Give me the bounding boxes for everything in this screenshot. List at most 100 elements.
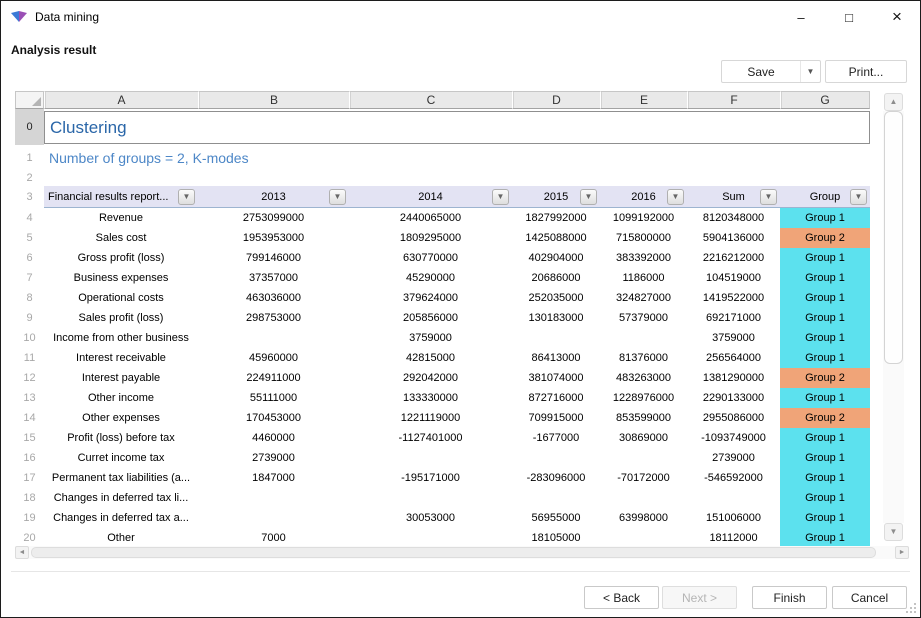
horizontal-scrollbar[interactable]: ◄ ► [15,546,909,559]
value-cell[interactable]: 1221119000 [349,408,512,428]
value-cell[interactable]: 483263000 [600,368,687,388]
scroll-left-button[interactable]: ◄ [15,546,29,559]
value-cell[interactable]: 30869000 [600,428,687,448]
value-cell[interactable]: 3759000 [687,328,780,348]
cancel-button[interactable]: Cancel [832,586,907,609]
value-cell[interactable]: 853599000 [600,408,687,428]
group-cell[interactable]: Group 2 [780,368,870,388]
indicator-name-cell[interactable]: Interest receivable [44,348,198,368]
group-cell[interactable]: Group 1 [780,348,870,368]
filter-dropdown-button[interactable]: ▼ [492,189,509,205]
value-cell[interactable]: 45960000 [198,348,349,368]
row-header[interactable]: 17 [15,468,44,488]
value-cell[interactable]: 872716000 [512,388,600,408]
value-cell[interactable] [600,328,687,348]
value-cell[interactable]: -1677000 [512,428,600,448]
value-cell[interactable] [600,448,687,468]
group-cell[interactable]: Group 1 [780,248,870,268]
filter-header-cell[interactable]: 2016▼ [600,186,687,207]
value-cell[interactable]: 1425088000 [512,228,600,248]
resize-grip[interactable] [906,603,916,613]
clustering-title-cell[interactable]: Clustering [44,111,870,144]
row-header-2[interactable]: 2 [15,170,44,186]
select-all-corner[interactable] [15,91,44,109]
value-cell[interactable]: -70172000 [600,468,687,488]
value-cell[interactable]: 1228976000 [600,388,687,408]
value-cell[interactable]: 1099192000 [600,208,687,228]
value-cell[interactable]: 1809295000 [349,228,512,248]
value-cell[interactable]: 42815000 [349,348,512,368]
value-cell[interactable]: 18105000 [512,528,600,546]
filter-header-cell[interactable]: 2015▼ [512,186,600,207]
filter-header-cell[interactable]: Financial results report...▼ [44,186,198,207]
group-cell[interactable]: Group 2 [780,228,870,248]
filter-header-cell[interactable]: Group▼ [780,186,870,207]
value-cell[interactable]: 3759000 [349,328,512,348]
value-cell[interactable] [349,448,512,468]
value-cell[interactable]: 1827992000 [512,208,600,228]
indicator-name-cell[interactable]: Other [44,528,198,546]
value-cell[interactable]: -546592000 [687,468,780,488]
close-icon[interactable]: × [882,1,912,33]
value-cell[interactable]: 298753000 [198,308,349,328]
row-header[interactable]: 12 [15,368,44,388]
value-cell[interactable]: 715800000 [600,228,687,248]
indicator-name-cell[interactable]: Changes in deferred tax a... [44,508,198,528]
value-cell[interactable]: 56955000 [512,508,600,528]
value-cell[interactable]: 205856000 [349,308,512,328]
row-header[interactable]: 13 [15,388,44,408]
filter-header-cell[interactable]: 2013▼ [198,186,349,207]
scroll-right-button[interactable]: ► [895,546,909,559]
value-cell[interactable]: 55111000 [198,388,349,408]
group-cell[interactable]: Group 1 [780,428,870,448]
filter-dropdown-button[interactable]: ▼ [667,189,684,205]
value-cell[interactable]: 402904000 [512,248,600,268]
value-cell[interactable]: 2955086000 [687,408,780,428]
value-cell[interactable]: 30053000 [349,508,512,528]
value-cell[interactable]: 133330000 [349,388,512,408]
indicator-name-cell[interactable]: Other expenses [44,408,198,428]
horizontal-scroll-track[interactable] [29,546,895,559]
filter-header-cell[interactable]: Sum▼ [687,186,780,207]
value-cell[interactable] [512,448,600,468]
value-cell[interactable] [198,328,349,348]
filter-dropdown-button[interactable]: ▼ [178,189,195,205]
group-cell[interactable]: Group 1 [780,388,870,408]
value-cell[interactable]: 1419522000 [687,288,780,308]
group-cell[interactable]: Group 1 [780,488,870,508]
value-cell[interactable]: 692171000 [687,308,780,328]
group-cell[interactable]: Group 1 [780,288,870,308]
indicator-name-cell[interactable]: Income from other business [44,328,198,348]
value-cell[interactable]: 57379000 [600,308,687,328]
filter-dropdown-button[interactable]: ▼ [850,189,867,205]
value-cell[interactable]: 379624000 [349,288,512,308]
indicator-name-cell[interactable]: Permanent tax liabilities (a... [44,468,198,488]
value-cell[interactable]: 383392000 [600,248,687,268]
value-cell[interactable]: 1953953000 [198,228,349,248]
next-button[interactable]: Next > [662,586,737,609]
filter-dropdown-button[interactable]: ▼ [760,189,777,205]
value-cell[interactable]: 5904136000 [687,228,780,248]
vertical-scrollbar[interactable]: ▲ ▼ [883,93,904,541]
value-cell[interactable]: 130183000 [512,308,600,328]
value-cell[interactable]: 1381290000 [687,368,780,388]
group-cell[interactable]: Group 1 [780,208,870,228]
value-cell[interactable] [600,488,687,508]
indicator-name-cell[interactable]: Gross profit (loss) [44,248,198,268]
row-header[interactable]: 20 [15,528,44,546]
indicator-name-cell[interactable]: Business expenses [44,268,198,288]
filter-header-cell[interactable]: 2014▼ [349,186,512,207]
value-cell[interactable]: 2739000 [687,448,780,468]
value-cell[interactable] [512,328,600,348]
column-header-b[interactable]: B [198,91,349,109]
row-header[interactable]: 14 [15,408,44,428]
column-header-c[interactable]: C [349,91,512,109]
value-cell[interactable]: 151006000 [687,508,780,528]
groups-subtitle-cell[interactable]: Number of groups = 2, K-modes [44,145,870,170]
indicator-name-cell[interactable]: Interest payable [44,368,198,388]
value-cell[interactable] [349,488,512,508]
indicator-name-cell[interactable]: Curret income tax [44,448,198,468]
value-cell[interactable]: 45290000 [349,268,512,288]
indicator-name-cell[interactable]: Operational costs [44,288,198,308]
scroll-down-button[interactable]: ▼ [884,523,903,541]
